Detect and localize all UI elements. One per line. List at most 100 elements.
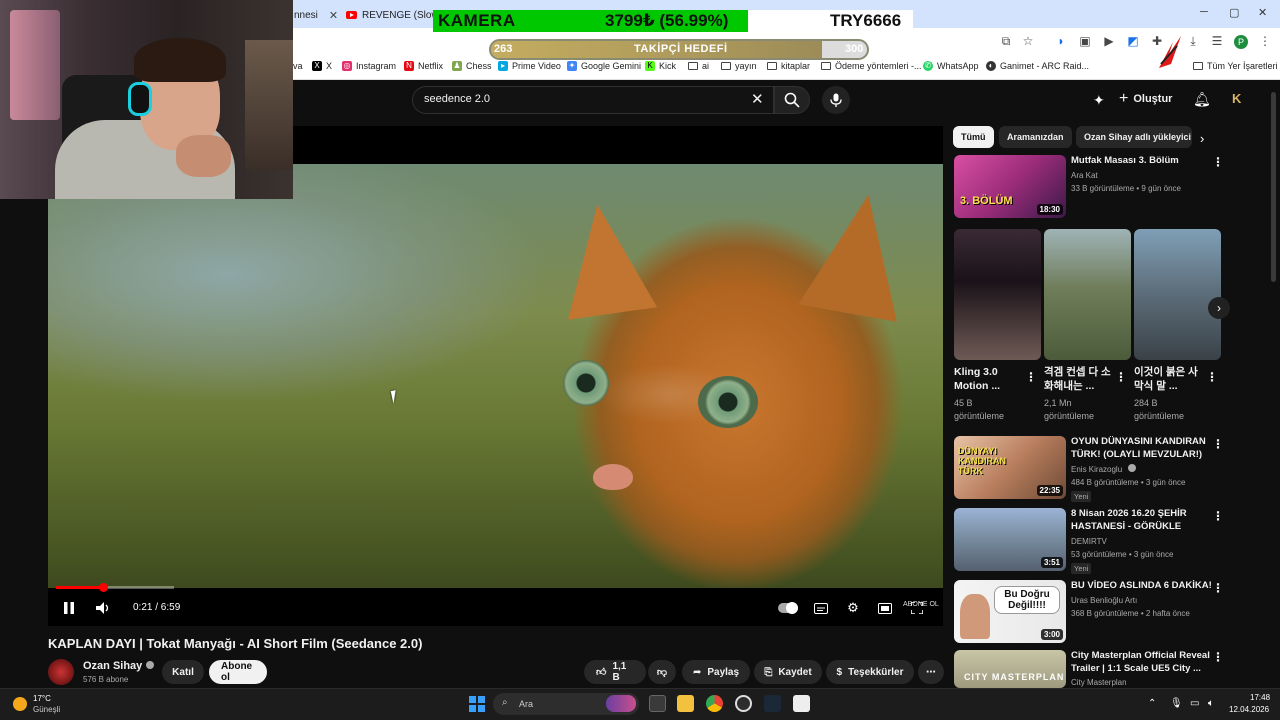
extension-icon[interactable]: ▣ bbox=[1078, 34, 1092, 48]
mute-button[interactable] bbox=[95, 600, 111, 616]
bookmark-folder-yayin[interactable]: yayın bbox=[721, 61, 757, 71]
search-query[interactable]: seedence 2.0 bbox=[424, 93, 490, 105]
subtitles-button[interactable] bbox=[813, 600, 829, 616]
download-icon[interactable]: ⤓ bbox=[1186, 34, 1200, 48]
channel-name[interactable]: Ozan Sihay bbox=[83, 660, 155, 672]
steam-icon[interactable] bbox=[764, 695, 781, 712]
video-title-link[interactable]: 8 Nisan 2026 16.20 ŞEHİR bbox=[1071, 507, 1187, 520]
video-menu-icon[interactable]: ⋮ bbox=[1212, 509, 1224, 523]
share-button[interactable]: ➦ Paylaş bbox=[682, 660, 750, 684]
short-thumbnail[interactable] bbox=[1134, 229, 1221, 360]
video-title-link[interactable]: OYUN DÜNYASINI KANDIRAN bbox=[1071, 435, 1206, 448]
extension-icon[interactable]: ◗ bbox=[1054, 34, 1068, 48]
obs-icon[interactable] bbox=[735, 695, 752, 712]
video-title-link[interactable]: City Masterplan Official Reveal bbox=[1071, 649, 1210, 662]
video-title-link[interactable]: BU VİDEO ASLINDA 6 DAKİKA! bbox=[1071, 579, 1212, 592]
cast-extension-icon[interactable]: ✦ bbox=[1093, 92, 1105, 109]
install-app-icon[interactable]: ⧉ bbox=[999, 34, 1013, 48]
network-icon[interactable]: ▭ bbox=[1190, 698, 1199, 709]
video-thumbnail[interactable]: CITY MASTERPLAN bbox=[954, 650, 1066, 688]
account-avatar[interactable]: K bbox=[1232, 91, 1248, 107]
chip-from-search[interactable]: Aramanızdan bbox=[999, 126, 1072, 148]
profile-avatar[interactable]: P bbox=[1234, 35, 1248, 49]
video-title-link[interactable]: Mutfak Masası 3. Bölüm bbox=[1071, 154, 1201, 167]
chip-from-uploader[interactable]: Ozan Sihay adlı yükleyici bbox=[1076, 126, 1192, 148]
save-button[interactable]: ⎘ Kaydet bbox=[754, 660, 822, 684]
video-thumbnail[interactable]: DÜNYAYI KANDIRAN TÜRK 22:35 bbox=[954, 436, 1066, 499]
bookmark-folder-kitaplar[interactable]: kitaplar bbox=[767, 61, 810, 71]
video-menu-icon[interactable]: ⋮ bbox=[1212, 155, 1224, 169]
subscribe-button[interactable]: Abone ol bbox=[209, 660, 267, 684]
close-tab-icon[interactable]: ✕ bbox=[329, 9, 338, 22]
notifications-bell-icon[interactable]: 🔔︎ bbox=[1193, 91, 1211, 108]
video-thumbnail[interactable]: 3:51 bbox=[954, 508, 1066, 571]
video-menu-icon[interactable]: ⋮ bbox=[1212, 650, 1224, 664]
bookmark-kick[interactable]: K Kick bbox=[645, 61, 676, 71]
theater-mode-button[interactable] bbox=[877, 600, 893, 616]
bookmark-x[interactable]: X X bbox=[312, 61, 332, 71]
weather-temperature[interactable]: 17°C bbox=[33, 694, 51, 703]
clear-search-icon[interactable]: ✕ bbox=[751, 90, 764, 108]
video-channel[interactable]: Ara Kat bbox=[1071, 169, 1098, 182]
bookmark-chess[interactable]: ♟ Chess bbox=[452, 61, 492, 71]
video-menu-icon[interactable]: ⋮ bbox=[1212, 437, 1224, 451]
video-channel[interactable]: DEMIRTV bbox=[1071, 535, 1107, 548]
short-menu-icon[interactable]: ⋮ bbox=[1025, 370, 1037, 384]
more-menu-icon[interactable]: ⋮ bbox=[1258, 34, 1272, 48]
more-actions-button[interactable]: ⋯ bbox=[918, 660, 944, 684]
video-channel[interactable]: Uras Benlioğlu Artı bbox=[1071, 594, 1137, 607]
page-scrollbar[interactable] bbox=[1271, 92, 1276, 282]
bookmark-instagram[interactable]: ◎ Instagram bbox=[342, 61, 396, 71]
bookmark-gemini[interactable]: ✦ Google Gemini bbox=[567, 61, 641, 71]
weather-description[interactable]: Güneşli bbox=[33, 705, 60, 714]
video-channel[interactable]: Enis Kirazoglu bbox=[1071, 463, 1137, 476]
video-title-link-line2[interactable]: Trailer | 1:1 Scale UE5 City ... bbox=[1071, 662, 1201, 675]
short-thumbnail[interactable] bbox=[954, 229, 1041, 360]
chip-scroll-right-icon[interactable]: › bbox=[1200, 131, 1204, 146]
short-menu-icon[interactable]: ⋮ bbox=[1206, 370, 1218, 384]
bookmark-arc-raiders[interactable]: ◐ Ganimet - ARC Raid... bbox=[986, 61, 1089, 71]
app-icon[interactable] bbox=[793, 695, 810, 712]
short-menu-icon[interactable]: ⋮ bbox=[1115, 370, 1127, 384]
dislike-button[interactable]: 👎︎ bbox=[648, 660, 676, 684]
close-window-icon[interactable]: ✕ bbox=[1258, 6, 1267, 19]
short-thumbnail[interactable] bbox=[1044, 229, 1131, 360]
clock-time[interactable]: 17:48 bbox=[1250, 693, 1270, 702]
video-thumbnail[interactable]: 3. BÖLÜM 18:30 bbox=[954, 155, 1066, 218]
browser-tab[interactable]: nnesi ✕ bbox=[294, 4, 338, 26]
bookmark-item[interactable]: va bbox=[293, 61, 303, 71]
bookmark-netflix[interactable]: N Netflix bbox=[404, 61, 443, 71]
short-title[interactable]: 이것이 붉은 사막식 말 ... bbox=[1134, 365, 1200, 393]
chrome-icon[interactable] bbox=[706, 695, 723, 712]
bookmark-folder-odeme[interactable]: Ödeme yöntemleri -... bbox=[821, 61, 922, 71]
bookmark-star-icon[interactable]: ☆ bbox=[1021, 34, 1035, 48]
volume-tray-icon[interactable]: 🔈︎ bbox=[1208, 698, 1214, 709]
pause-button[interactable] bbox=[61, 600, 77, 616]
video-title-link-line2[interactable]: HASTANESİ - GÖRÜKLE bbox=[1071, 520, 1181, 533]
video-menu-icon[interactable]: ⋮ bbox=[1212, 581, 1224, 595]
windows-start-icon[interactable] bbox=[469, 696, 485, 712]
video-player[interactable]: ABONE OL bbox=[48, 126, 943, 626]
short-title[interactable]: Kling 3.0 Motion ... bbox=[954, 365, 1024, 393]
all-bookmarks[interactable]: Tüm Yer İşaretleri bbox=[1193, 61, 1278, 71]
task-view-icon[interactable] bbox=[649, 695, 666, 712]
bookmark-folder-ai[interactable]: ai bbox=[688, 61, 709, 71]
search-button[interactable] bbox=[774, 86, 810, 114]
shorts-next-button[interactable]: › bbox=[1208, 297, 1230, 319]
like-button[interactable]: 👍︎ 1,1 B bbox=[584, 660, 646, 684]
thanks-button[interactable]: $ Teşekkürler bbox=[826, 660, 914, 684]
bookmark-prime-video[interactable]: ▸ Prime Video bbox=[498, 61, 561, 71]
short-title[interactable]: 격겜 컨셉 다 소화해내는 ... bbox=[1044, 365, 1114, 393]
weather-sun-icon[interactable] bbox=[13, 697, 27, 711]
file-explorer-icon[interactable] bbox=[677, 695, 694, 712]
extension-play-icon[interactable]: ▶ bbox=[1102, 34, 1116, 48]
microphone-tray-icon[interactable]: 🎙︎ bbox=[1170, 698, 1183, 709]
video-thumbnail[interactable]: Bu Doğru Değil!!!! 3:00 bbox=[954, 580, 1066, 643]
video-title-link-line2[interactable]: TÜRK! (OLAYLI MEVZULAR!) bbox=[1071, 448, 1202, 461]
chip-all[interactable]: Tümü bbox=[953, 126, 994, 148]
autoplay-toggle[interactable] bbox=[778, 600, 800, 616]
bookmark-whatsapp[interactable]: ✆ WhatsApp bbox=[923, 61, 979, 71]
progress-scrubber-handle[interactable] bbox=[99, 583, 108, 592]
create-button[interactable]: + Oluştur bbox=[1119, 90, 1172, 108]
settings-button[interactable]: ⚙ bbox=[845, 600, 861, 616]
